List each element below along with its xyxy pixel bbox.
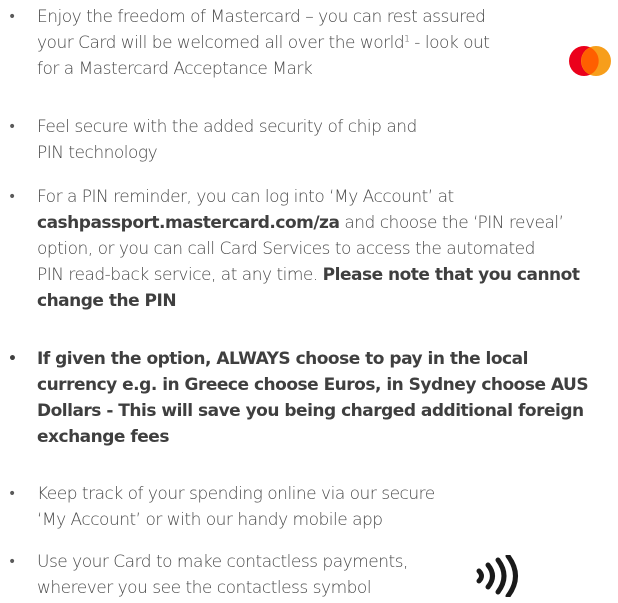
pin-note-bold: Please note that you cannot bbox=[322, 265, 580, 285]
item-1-line-2-end: - look out bbox=[409, 33, 490, 53]
item-3-line-3: option, or you can call Card Services to… bbox=[37, 239, 535, 259]
bullet: • bbox=[8, 486, 17, 502]
pin-note-bold-end: change the PIN bbox=[37, 291, 177, 311]
item-5-line-2: ‘My Account’ or with our handy mobile ap… bbox=[37, 510, 383, 530]
item-4-line-4: exchange fees bbox=[37, 427, 169, 447]
item-1-line-2: your Card will be welcomed all over the … bbox=[37, 33, 405, 53]
mastercard-logo-icon bbox=[569, 46, 611, 76]
cashpassport-link[interactable]: cashpassport.mastercard.com/za bbox=[37, 213, 340, 233]
item-2-line-2: PIN technology bbox=[37, 143, 158, 163]
bullet: • bbox=[8, 351, 17, 367]
item-3-line-4: PIN read-back service, at any time. bbox=[37, 265, 323, 285]
item-6-line-2: wherever you see the contactless symbol bbox=[37, 578, 372, 598]
bullet: • bbox=[8, 9, 17, 25]
item-4-line-1: If given the option, ALWAYS choose to pa… bbox=[37, 349, 528, 369]
contactless-wave-4 bbox=[505, 555, 518, 597]
item-3-line-2-rest: and choose the ‘PIN reveal’ bbox=[339, 213, 564, 233]
contactless-wave-3 bbox=[495, 557, 507, 595]
bullet: • bbox=[8, 554, 17, 570]
contactless-wave-2 bbox=[485, 562, 495, 590]
contactless-symbol-icon bbox=[476, 555, 518, 597]
item-1-line-1: Enjoy the freedom of Mastercard – you ca… bbox=[37, 7, 486, 27]
item-1-line-3: for a Mastercard Acceptance Mark bbox=[37, 59, 313, 79]
bullet: • bbox=[8, 189, 17, 205]
item-4-line-3: Dollars - This will save you being charg… bbox=[37, 401, 584, 421]
item-2-line-1: Feel secure with the added security of c… bbox=[37, 117, 417, 137]
item-3-line-1: For a PIN reminder, you can log into ‘My… bbox=[37, 187, 454, 207]
contactless-wave-1 bbox=[476, 568, 484, 584]
item-5-line-1: Keep track of your spending online via o… bbox=[37, 484, 435, 504]
item-4-line-2: currency e.g. in Greece choose Euros, in… bbox=[37, 375, 589, 395]
item-6-line-1: Use your Card to make contactless paymen… bbox=[37, 552, 408, 572]
bullet: • bbox=[8, 119, 17, 135]
